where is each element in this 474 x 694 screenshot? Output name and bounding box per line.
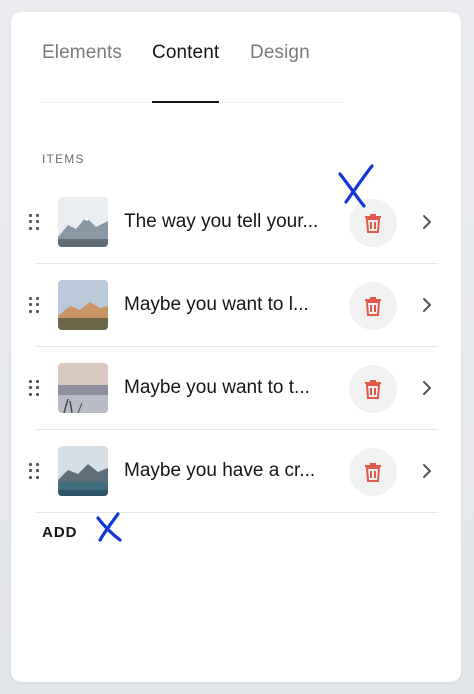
row-divider [35, 429, 438, 430]
delete-button[interactable] [349, 199, 397, 247]
items-section-label: ITEMS [42, 152, 85, 166]
trash-icon [365, 380, 381, 399]
list-item[interactable]: Maybe you want to l... [11, 265, 461, 347]
item-thumbnail [58, 446, 108, 496]
chevron-right-icon[interactable] [421, 379, 433, 397]
tab-content[interactable]: Content [152, 40, 220, 103]
list-item[interactable]: The way you tell your... [11, 182, 461, 264]
list-item[interactable]: Maybe you want to t... [11, 348, 461, 430]
trash-icon [365, 463, 381, 482]
content-editor-panel: Elements Content Design ITEMS The way yo… [11, 12, 461, 682]
drag-handle-icon[interactable] [29, 297, 39, 313]
chevron-right-icon[interactable] [421, 296, 433, 314]
tab-bar: Elements Content Design [42, 40, 342, 103]
row-divider [35, 512, 438, 513]
delete-button[interactable] [349, 448, 397, 496]
item-thumbnail [58, 363, 108, 413]
chevron-right-icon[interactable] [421, 213, 433, 231]
drag-handle-icon[interactable] [29, 380, 39, 396]
list-item[interactable]: Maybe you have a cr... [11, 431, 461, 513]
trash-icon [365, 214, 381, 233]
row-divider [35, 263, 438, 264]
item-thumbnail [58, 197, 108, 247]
item-title: Maybe you want to t... [124, 377, 310, 398]
item-title: Maybe you want to l... [124, 294, 309, 315]
drag-handle-icon[interactable] [29, 214, 39, 230]
delete-button[interactable] [349, 365, 397, 413]
chevron-right-icon[interactable] [421, 462, 433, 480]
item-title: Maybe you have a cr... [124, 460, 316, 481]
tab-design[interactable]: Design [250, 40, 310, 102]
delete-button[interactable] [349, 282, 397, 330]
trash-icon [365, 297, 381, 316]
item-thumbnail [58, 280, 108, 330]
item-title: The way you tell your... [124, 211, 319, 232]
drag-handle-icon[interactable] [29, 463, 39, 479]
row-divider [35, 346, 438, 347]
add-item-button[interactable]: ADD [42, 524, 78, 541]
tab-elements[interactable]: Elements [42, 40, 122, 102]
